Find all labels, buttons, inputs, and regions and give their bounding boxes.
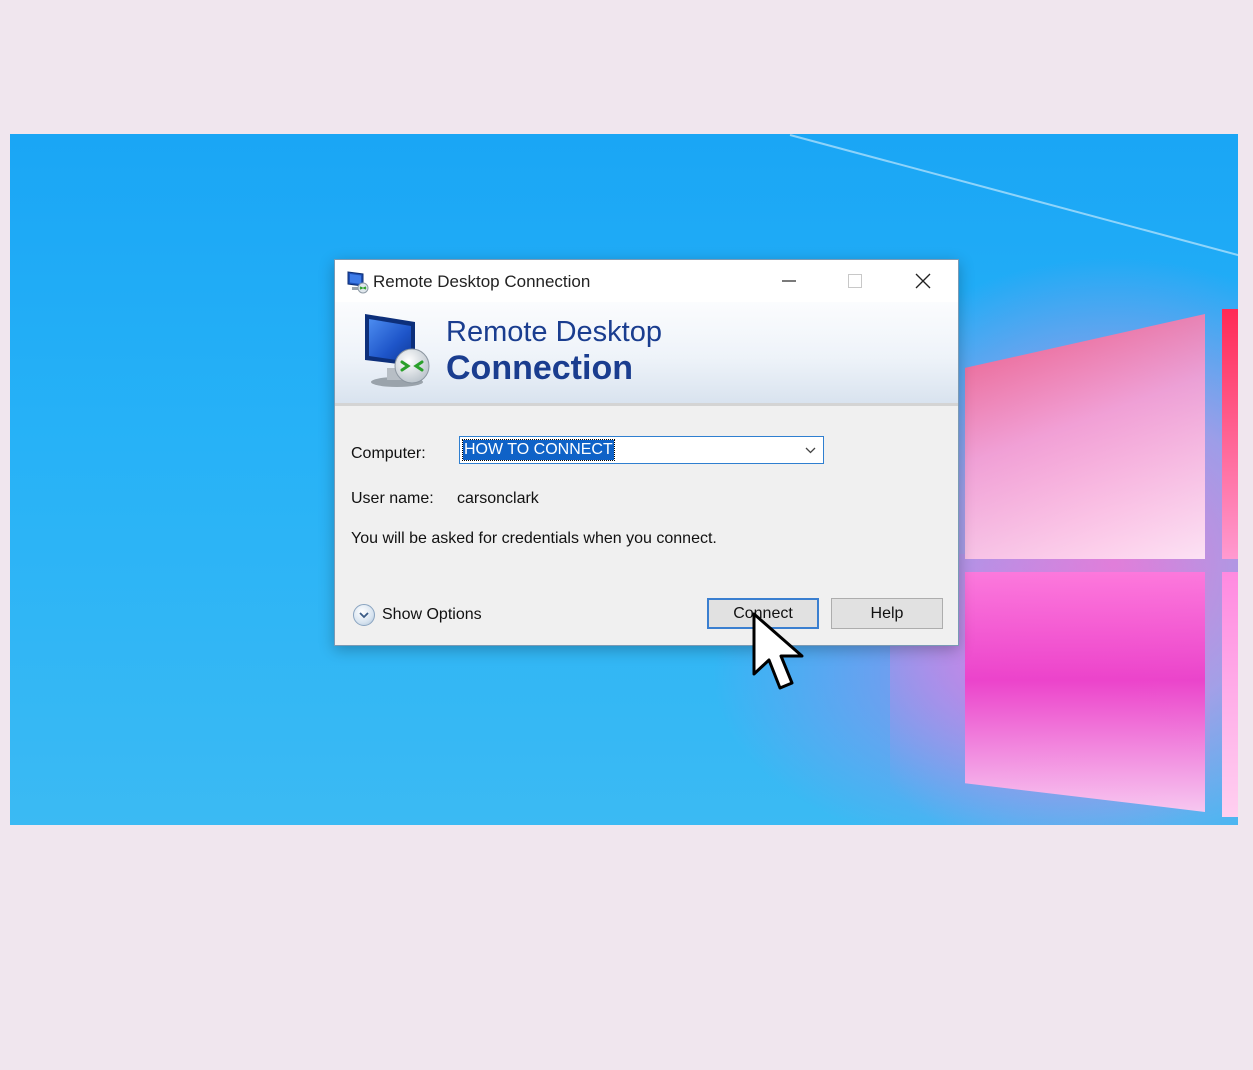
close-button[interactable] xyxy=(890,260,956,302)
title-bar[interactable]: Remote Desktop Connection xyxy=(335,260,958,302)
wallpaper-window-pane xyxy=(1222,572,1238,817)
computer-label: Computer: xyxy=(351,445,426,462)
expand-circle-icon xyxy=(353,604,375,626)
header-banner: Remote Desktop Connection xyxy=(335,302,958,406)
wallpaper-window-pane xyxy=(965,572,1205,812)
show-options-toggle[interactable]: Show Options xyxy=(353,603,482,627)
computer-input-value[interactable]: HOW TO CONNECT xyxy=(462,439,615,461)
remote-desktop-dialog: Remote Desktop Connection Remote Desktop… xyxy=(334,259,959,646)
minimize-icon xyxy=(782,280,796,282)
help-button[interactable]: Help xyxy=(831,598,943,629)
banner-title-line1: Remote Desktop xyxy=(446,316,662,348)
chevron-down-icon xyxy=(805,447,815,453)
maximize-button[interactable] xyxy=(822,260,888,302)
show-options-label: Show Options xyxy=(382,606,482,623)
mouse-pointer-icon xyxy=(752,612,804,690)
computer-combobox[interactable]: HOW TO CONNECT xyxy=(459,436,824,464)
credentials-info-text: You will be asked for credentials when y… xyxy=(351,530,717,547)
wallpaper-window-pane xyxy=(1222,309,1238,559)
username-label: User name: xyxy=(351,490,434,507)
rdp-monitor-icon xyxy=(365,314,430,387)
banner-title-line2: Connection xyxy=(446,349,633,387)
username-value: carsonclark xyxy=(457,490,539,507)
rdp-monitor-icon xyxy=(347,271,369,294)
minimize-button[interactable] xyxy=(756,260,822,302)
close-icon xyxy=(915,273,931,289)
maximize-icon xyxy=(848,274,862,288)
combobox-dropdown-button[interactable] xyxy=(801,440,819,460)
window-title: Remote Desktop Connection xyxy=(373,272,591,291)
